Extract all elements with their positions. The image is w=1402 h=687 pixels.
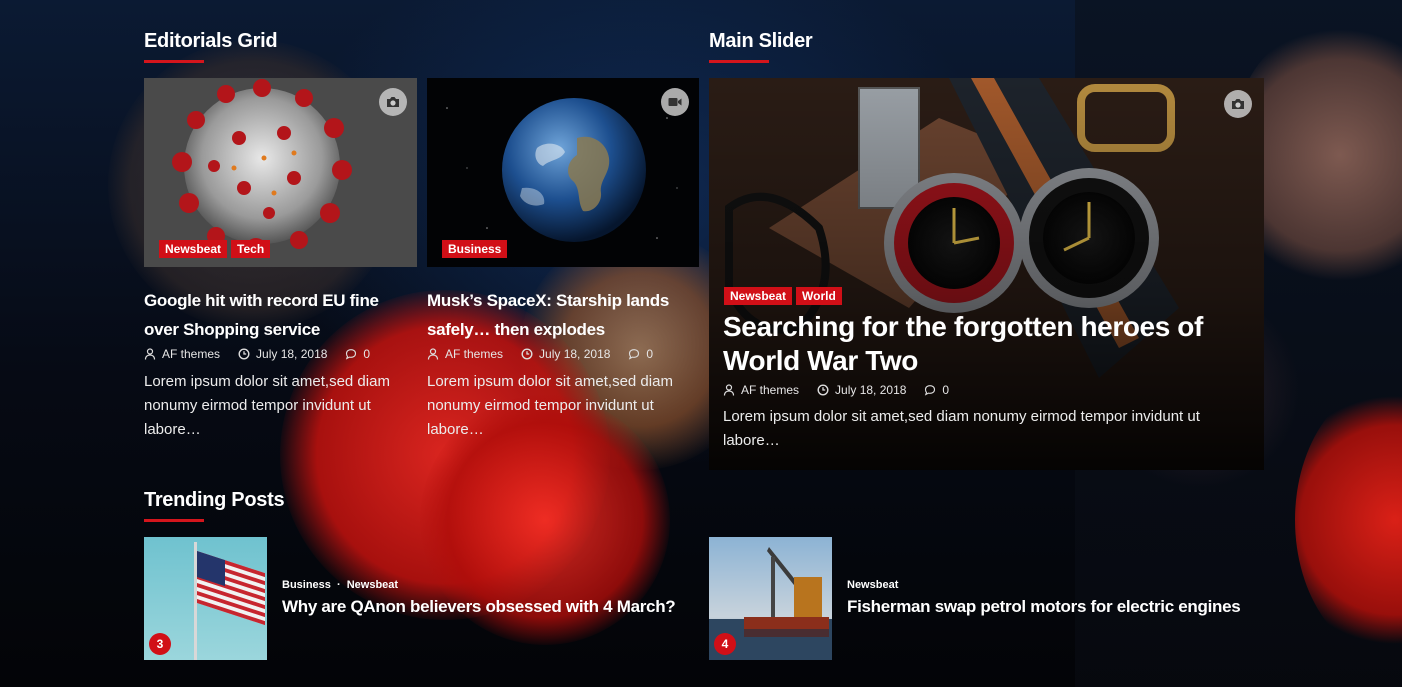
category-link[interactable]: Business bbox=[282, 579, 331, 591]
main-slider[interactable]: Newsbeat World Searching for the forgott… bbox=[709, 78, 1264, 470]
category-tag[interactable]: Tech bbox=[231, 240, 271, 258]
post-author[interactable]: AF themes bbox=[445, 347, 503, 361]
clock-icon bbox=[817, 384, 829, 396]
trending-post-1-image[interactable]: 3 bbox=[144, 537, 267, 660]
trending-post-1-categories: Business · Newsbeat bbox=[282, 579, 399, 591]
comment-icon bbox=[925, 385, 936, 396]
editorials-section-title: Editorials Grid bbox=[144, 30, 278, 63]
rank-badge: 3 bbox=[149, 633, 171, 655]
post-author[interactable]: AF themes bbox=[162, 347, 220, 361]
category-tags: Business bbox=[442, 240, 508, 258]
category-tags: Newsbeat World bbox=[724, 287, 842, 305]
post-comments[interactable]: 0 bbox=[646, 347, 653, 361]
clock-icon bbox=[521, 348, 533, 360]
editorial-card-2-image[interactable]: Business bbox=[427, 78, 699, 267]
post-comments[interactable]: 0 bbox=[942, 383, 949, 397]
trending-post-2-title[interactable]: Fisherman swap petrol motors for electri… bbox=[847, 597, 1241, 617]
category-tags: Newsbeat Tech bbox=[159, 240, 271, 258]
trending-post-2-categories: Newsbeat bbox=[847, 579, 898, 591]
post-author[interactable]: AF themes bbox=[741, 383, 799, 397]
category-link[interactable]: Newsbeat bbox=[847, 579, 898, 591]
user-icon bbox=[427, 348, 439, 360]
editorial-card-1-image[interactable]: Newsbeat Tech bbox=[144, 78, 417, 267]
video-icon bbox=[661, 88, 689, 116]
post-excerpt: Lorem ipsum dolor sit amet,sed diam nonu… bbox=[144, 373, 390, 438]
post-date[interactable]: July 18, 2018 bbox=[539, 347, 610, 361]
post-meta: AF themes July 18, 2018 0 bbox=[144, 347, 370, 361]
trending-post-2-image[interactable]: 4 bbox=[709, 537, 832, 660]
trending-section-title: Trending Posts bbox=[144, 489, 285, 522]
comment-icon bbox=[346, 349, 357, 360]
category-tag[interactable]: Newsbeat bbox=[159, 240, 228, 258]
comment-icon bbox=[629, 349, 640, 360]
category-tag[interactable]: Business bbox=[442, 240, 508, 258]
category-tag[interactable]: Newsbeat bbox=[724, 287, 793, 305]
rank-badge: 4 bbox=[714, 633, 736, 655]
editorial-card-1-title[interactable]: Google hit with record EU fine over Shop… bbox=[144, 286, 379, 344]
post-comments[interactable]: 0 bbox=[363, 347, 370, 361]
camera-icon bbox=[1224, 90, 1252, 118]
post-date[interactable]: July 18, 2018 bbox=[256, 347, 327, 361]
user-icon bbox=[723, 384, 735, 396]
clock-icon bbox=[238, 348, 250, 360]
editorial-card-2-title[interactable]: Musk’s SpaceX: Starship lands safely… th… bbox=[427, 286, 669, 344]
user-icon bbox=[144, 348, 156, 360]
category-link[interactable]: Newsbeat bbox=[347, 579, 398, 591]
post-meta: AF themes July 18, 2018 0 bbox=[723, 383, 949, 397]
post-excerpt: Lorem ipsum dolor sit amet,sed diam nonu… bbox=[723, 408, 1200, 449]
post-date[interactable]: July 18, 2018 bbox=[835, 383, 906, 397]
camera-icon bbox=[379, 88, 407, 116]
slider-title[interactable]: Searching for the forgotten heroes of Wo… bbox=[723, 310, 1203, 378]
slider-section-title: Main Slider bbox=[709, 30, 813, 63]
category-tag[interactable]: World bbox=[796, 287, 842, 305]
post-meta: AF themes July 18, 2018 0 bbox=[427, 347, 653, 361]
trending-post-1-title[interactable]: Why are QAnon believers obsessed with 4 … bbox=[282, 597, 676, 617]
post-excerpt: Lorem ipsum dolor sit amet,sed diam nonu… bbox=[427, 373, 673, 438]
